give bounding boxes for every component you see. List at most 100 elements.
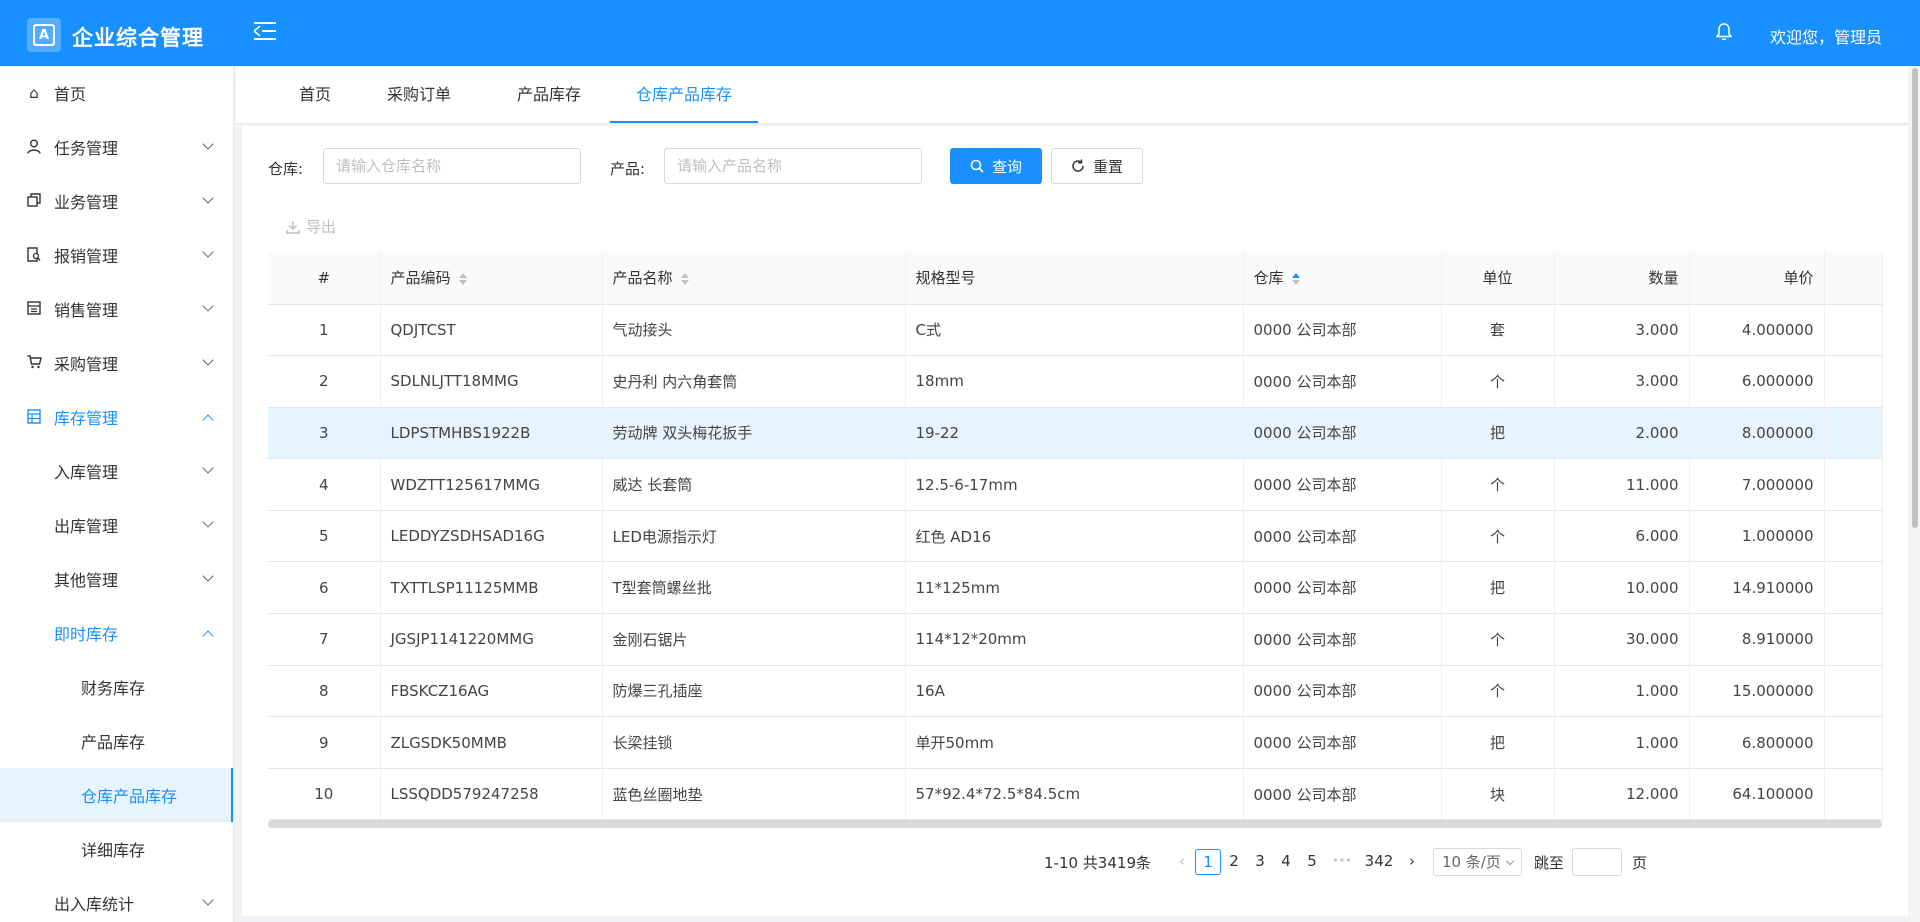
sidebar-item-other[interactable]: 其他管理 [0,552,233,606]
table-row[interactable]: 6 TXTTLSP11125MMB T型套筒螺丝批 11*125mm 0000 公司本部… [268,561,1883,615]
bell-icon[interactable] [1716,23,1732,41]
query-button[interactable]: 查询 [950,148,1042,184]
sidebar-item-label: 即时库存 [54,625,119,644]
table-cell: 12.5-6-17mm [905,458,1244,511]
warehouse-search-input[interactable] [323,148,581,184]
jump-label: 跳至 [1533,853,1564,872]
reset-button[interactable]: 重置 [1051,148,1143,184]
table-cell: 块 [1441,768,1555,821]
sidebar-item-label: 财务库存 [81,679,146,698]
table-cell: 8.000000 [1689,407,1825,460]
table-cell: 14.910000 [1689,561,1825,615]
tab-home[interactable]: 首页 [284,66,346,123]
table-row[interactable]: 1 QDJTCST 气动接头 C式 0000 公司本部套 3.000 4.000000 [268,304,1883,357]
stock-table: # 产品编码 产品名称 规格型号 仓库 单位 数量 单价 1 QDJTCST 气动接… [268,252,1883,821]
sidebar-item-purchase[interactable]: 采购管理 [0,336,233,390]
sort-icon[interactable] [458,272,467,285]
sidebar-item-sales[interactable]: 销售管理 [0,282,233,336]
warehouse-filter-label: 仓库: [268,160,304,178]
table-cell-extra [1824,716,1883,769]
page-size-value: 10 条/页 [1442,853,1501,871]
table-cell-extra [1824,665,1883,718]
sidebar-item-realtime-stock[interactable]: 即时库存 [0,606,233,660]
product-search-input[interactable] [664,148,922,184]
sidebar-item-finance-stock[interactable]: 财务库存 [0,660,233,714]
prev-page-icon[interactable]: ‹ [1169,849,1195,875]
table-cell: 气动接头 [602,304,906,357]
table-cell: 1 [268,304,381,357]
page-1[interactable]: 1 [1195,849,1221,875]
page-3[interactable]: 3 [1247,849,1273,875]
column-header-warehouse[interactable]: 仓库 [1243,252,1442,305]
chevron-down-icon [202,192,214,204]
table-row[interactable]: 8 FBSKCZ16AG 防爆三孔插座 16A 0000 公司本部个 1.000 15.00… [268,665,1883,718]
horizontal-scrollbar[interactable] [268,820,1882,828]
page-last[interactable]: 342 [1359,849,1399,875]
tab-bar: 首页 采购订单 产品库存 仓库产品库存 [236,66,1908,124]
page-size-select[interactable]: 10 条/页 [1433,848,1522,876]
copy-icon [26,193,42,209]
table-cell: 蓝色丝圈地垫 [602,768,906,821]
jump-page-input[interactable] [1571,848,1622,876]
table-cell: 4 [268,458,381,511]
search-icon [970,159,984,173]
sidebar-item-stock-in[interactable]: 入库管理 [0,444,233,498]
column-header-name[interactable]: 产品名称 [602,252,906,305]
export-button[interactable]: 导出 [286,216,336,237]
table-cell: 19-22 [905,407,1244,460]
table-row[interactable]: 4 WDZTT125617MMG 威达 长套筒 12.5-6-17mm 0000 公司本… [268,458,1883,511]
table-cell: 8 [268,665,381,718]
scrollbar-thumb[interactable] [1912,68,1918,528]
sidebar-item-inventory[interactable]: 库存管理 [0,390,233,444]
column-header-spec: 规格型号 [905,252,1244,305]
sidebar-item-tasks[interactable]: 任务管理 [0,120,233,174]
table-cell: 57*92.4*72.5*84.5cm [905,768,1244,821]
sidebar-item-detail-stock[interactable]: 详细库存 [0,822,233,876]
sidebar-item-home[interactable]: ⌂ 首页 [0,66,233,120]
table-cell: LDPSTMHBS1922B [380,407,603,460]
sidebar-item-label: 出库管理 [54,517,119,536]
table-cell: 15.000000 [1689,665,1825,718]
page-2[interactable]: 2 [1221,849,1247,875]
table-cell: 1.000000 [1689,510,1825,563]
table-row[interactable]: 10 LSSQDD579247258 蓝色丝圈地垫 57*92.4*72.5*84.5… [268,768,1883,821]
table-row[interactable]: 5 LEDDYZSDHSAD16G LED电源指示灯 红色 AD16 0000 公司本部… [268,510,1883,563]
sidebar-item-business[interactable]: 业务管理 [0,174,233,228]
page-5[interactable]: 5 [1299,849,1325,875]
pagination: 1-10 共3419条 ‹ 1 2 3 4 5 ••• 342 › 10 条/页… [1044,848,1647,876]
sidebar-item-reimburse[interactable]: 报销管理 [0,228,233,282]
sidebar-item-stock-stats[interactable]: 出入库统计 [0,876,233,922]
tab-purchase-order[interactable]: 采购订单 [374,66,464,123]
sort-asc-icon[interactable] [1291,272,1300,285]
tab-product-stock[interactable]: 产品库存 [504,66,594,123]
sort-icon[interactable] [680,272,689,285]
welcome-user[interactable]: 欢迎您，管理员 [1770,24,1882,48]
next-page-icon[interactable]: › [1399,849,1425,875]
tab-warehouse-product-stock[interactable]: 仓库产品库存 [610,66,758,123]
logo-letter: A [33,24,55,46]
table-cell: LED电源指示灯 [602,510,906,563]
chevron-down-icon [202,894,214,906]
page-4[interactable]: 4 [1273,849,1299,875]
page-ellipsis[interactable]: ••• [1325,849,1359,875]
sidebar-item-label: 详细库存 [81,841,146,860]
table-cell: 3.000 [1554,304,1690,357]
column-header-code[interactable]: 产品编码 [380,252,603,305]
menu-fold-icon[interactable] [254,20,278,42]
table-row[interactable]: 7 JGSJP1141220MMG 金刚石锯片 114*12*20mm 0000 公司本… [268,613,1883,666]
sidebar-item-stock-out[interactable]: 出库管理 [0,498,233,552]
user-icon [26,139,42,155]
table-row[interactable]: 9 ZLGSDK50MMB 长梁挂锁 单开50mm 0000 公司本部把 1.000 6.8… [268,716,1883,769]
table-cell-extra [1824,304,1883,357]
table-cell: 18mm [905,355,1244,408]
vertical-scrollbar[interactable] [1910,66,1920,922]
table-cell: 11.000 [1554,458,1690,511]
sidebar-item-product-stock[interactable]: 产品库存 [0,714,233,768]
sidebar-item-warehouse-product-stock[interactable]: 仓库产品库存 [0,768,233,822]
table-row[interactable]: 2 SDLNLJTT18MMG 史丹利 内六角套筒 18mm 0000 公司本部个 3.0… [268,355,1883,408]
sidebar-item-label: 出入库统计 [54,895,135,914]
query-button-label: 查询 [991,157,1022,176]
table-row[interactable]: 3 LDPSTMHBS1922B 劳动牌 双头梅花扳手 19-22 0000 公司本部把… [268,407,1883,460]
table-cell: 0000 公司本部 [1243,665,1442,718]
app-title: 企业综合管理 [72,26,204,50]
